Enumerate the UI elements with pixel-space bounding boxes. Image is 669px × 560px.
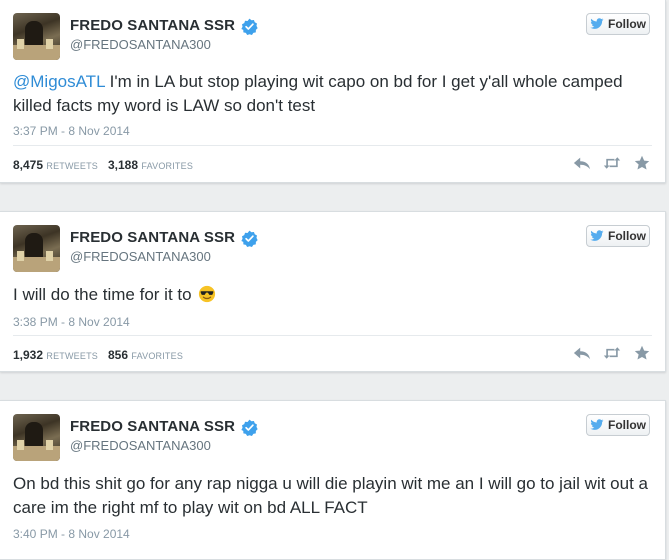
author-name[interactable]: FREDO SANTANA SSR [70, 418, 235, 435]
tweet-body: I'm in LA but stop playing wit capo on b… [13, 72, 623, 115]
favorites-label: FAVORITES [131, 351, 184, 361]
favorite-count[interactable]: 856 [108, 348, 128, 362]
retweet-icon[interactable] [603, 155, 621, 171]
verified-badge-icon [241, 230, 258, 247]
follow-button[interactable]: Follow [586, 13, 650, 35]
retweet-count[interactable]: 8,475 [13, 158, 43, 172]
tweet-card: FREDO SANTANA SSR @FREDOSANTANA300 Follo… [0, 211, 666, 372]
follow-label: Follow [608, 418, 646, 432]
avatar[interactable] [13, 13, 60, 60]
twitter-bird-icon [590, 18, 604, 29]
retweet-icon[interactable] [603, 345, 621, 361]
twitter-bird-icon [590, 230, 604, 241]
avatar[interactable] [13, 414, 60, 461]
author-name[interactable]: FREDO SANTANA SSR [70, 229, 235, 246]
twitter-bird-icon [590, 419, 604, 430]
reply-icon[interactable] [573, 345, 591, 361]
avatar[interactable] [13, 225, 60, 272]
follow-label: Follow [608, 229, 646, 243]
favorites-label: FAVORITES [141, 161, 194, 171]
tweet-stats: 8,475 RETWEETS 3,188 FAVORITES [13, 158, 193, 172]
tweet-actions [573, 155, 651, 171]
author-handle[interactable]: @FREDOSANTANA300 [70, 438, 211, 453]
tweet-text: On bd this shit go for any rap nigga u w… [13, 474, 648, 517]
author-name[interactable]: FREDO SANTANA SSR [70, 17, 235, 34]
author-handle[interactable]: @FREDOSANTANA300 [70, 249, 211, 264]
timestamp[interactable]: 3:37 PM - 8 Nov 2014 [13, 124, 130, 138]
favorite-star-icon[interactable] [633, 155, 651, 171]
follow-label: Follow [608, 17, 646, 31]
reply-icon[interactable] [573, 155, 591, 171]
sunglasses-face-emoji [199, 285, 216, 303]
divider [13, 335, 652, 336]
timestamp[interactable]: 3:38 PM - 8 Nov 2014 [13, 315, 130, 329]
divider [13, 145, 652, 146]
tweet-text: I will do the time for it to [13, 283, 653, 307]
tweet-card: FREDO SANTANA SSR @FREDOSANTANA300 Follo… [0, 400, 666, 560]
tweet-card: FREDO SANTANA SSR @FREDOSANTANA300 Follo… [0, 0, 666, 183]
verified-badge-icon [241, 419, 258, 436]
tweet-text: @MigosATL I'm in LA but stop playing wit… [13, 70, 653, 118]
verified-badge-icon [241, 18, 258, 35]
author-handle[interactable]: @FREDOSANTANA300 [70, 37, 211, 52]
retweets-label: RETWEETS [46, 351, 98, 361]
favorite-star-icon[interactable] [633, 345, 651, 361]
tweet-actions [573, 345, 651, 361]
tweet-body: I will do the time for it to [13, 285, 192, 304]
mention-link[interactable]: @MigosATL [13, 72, 105, 91]
tweet-stats: 1,932 RETWEETS 856 FAVORITES [13, 348, 183, 362]
retweets-label: RETWEETS [46, 161, 98, 171]
follow-button[interactable]: Follow [586, 225, 650, 247]
favorite-count[interactable]: 3,188 [108, 158, 138, 172]
follow-button[interactable]: Follow [586, 414, 650, 436]
timestamp[interactable]: 3:40 PM - 8 Nov 2014 [13, 527, 130, 541]
retweet-count[interactable]: 1,932 [13, 348, 43, 362]
